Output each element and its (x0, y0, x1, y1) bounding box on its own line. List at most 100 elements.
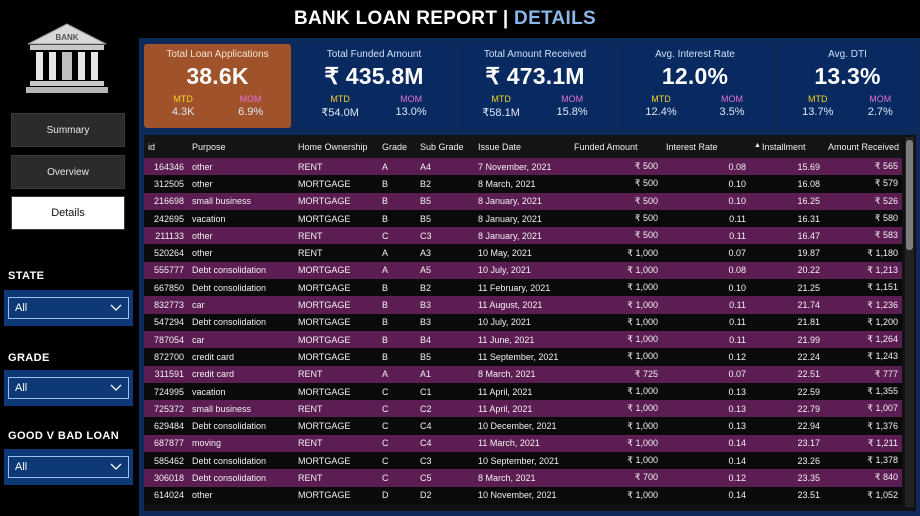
cell-grade: B (378, 330, 416, 349)
table-scrollbar-thumb[interactable] (906, 140, 913, 250)
cell-issue-date: 10 November, 2021 (474, 486, 570, 504)
cell-funded-amount: ₹ 500 (570, 209, 662, 228)
kpi-mtd-value: ₹58.1M (482, 107, 520, 119)
cell-interest-rate: 0.11 (662, 209, 750, 228)
table-row[interactable]: 520264 other RENT A A3 10 May, 2021 ₹ 1,000 0.0… (144, 244, 902, 262)
column-header-home-ownership[interactable]: Home Ownership (294, 135, 378, 158)
table-row[interactable]: 725372 small business RENT C C2 11 April, 202… (144, 400, 902, 418)
table-row[interactable]: 667850 Debt consolidation MORTGAGE B B2 11 Fe… (144, 279, 902, 297)
kpi-mtd-label: MTD (173, 94, 193, 104)
nav-overview-button[interactable]: Overview (11, 155, 125, 189)
table-row[interactable]: 787054 car MORTGAGE B B4 11 June, 2021 ₹ 1,000… (144, 330, 902, 349)
cell-issue-date: 11 April, 2021 (474, 400, 570, 418)
cell-funded-amount: ₹ 1,000 (570, 244, 662, 262)
cell-purpose: other (188, 175, 294, 193)
cell-installment: 22.79 (750, 400, 824, 418)
column-header-installment[interactable]: ▲Installment (750, 135, 824, 158)
cell-grade: C (378, 382, 416, 401)
logo-label: BANK (55, 33, 78, 42)
kpi-card-total-loan-applications: Total Loan Applications 38.6K MTD 4.3K MO… (144, 44, 291, 128)
cell-home-ownership: MORTGAGE (294, 313, 378, 331)
table-row[interactable]: 547294 Debt consolidation MORTGAGE B B3 10 Ju… (144, 313, 902, 331)
cell-id: 787054 (144, 330, 188, 349)
cell-grade: B (378, 296, 416, 314)
cell-interest-rate: 0.10 (662, 279, 750, 297)
cell-id: 614024 (144, 486, 188, 504)
cell-purpose: Debt consolidation (188, 279, 294, 297)
cell-funded-amount: ₹ 1,000 (570, 279, 662, 297)
loan-quality-select[interactable]: All (8, 456, 129, 478)
cell-amount-received: ₹ 565 (824, 158, 902, 176)
cell-grade: B (378, 192, 416, 210)
cell-amount-received: ₹ 1,007 (824, 400, 902, 418)
column-header-grade[interactable]: Grade (378, 135, 416, 158)
kpi-title: Avg. DTI (828, 49, 867, 60)
state-select[interactable]: All (8, 297, 129, 319)
column-header-amount-received[interactable]: Amount Received (824, 135, 902, 158)
cell-purpose: credit card (188, 365, 294, 383)
cell-issue-date: 8 January, 2021 (474, 209, 570, 228)
table-row[interactable]: 724995 vacation MORTGAGE C C1 11 April, 2021 ₹… (144, 382, 902, 401)
cell-purpose: other (188, 158, 294, 176)
table-row[interactable]: 872700 credit card MORTGAGE B B5 11 September… (144, 348, 902, 366)
table-row[interactable]: 311591 credit card RENT A A1 8 March, 2021 ₹ 7… (144, 365, 902, 383)
cell-id: 311591 (144, 365, 188, 383)
kpi-mtd-value: ₹54.0M (321, 107, 359, 119)
cell-amount-received: ₹ 840 (824, 469, 902, 487)
cell-funded-amount: ₹ 1,000 (570, 434, 662, 453)
cell-funded-amount: ₹ 500 (570, 227, 662, 245)
table-scrollbar[interactable] (905, 137, 914, 507)
table-row[interactable]: 629484 Debt consolidation MORTGAGE C C4 10 De… (144, 417, 902, 435)
cell-id: 242695 (144, 209, 188, 228)
cell-sub-grade: C2 (416, 400, 474, 418)
nav-details-button[interactable]: Details (11, 196, 125, 230)
loan-quality-filter-label: GOOD V BAD LOAN (8, 430, 120, 442)
cell-sub-grade: B3 (416, 296, 474, 314)
cell-id: 725372 (144, 400, 188, 418)
cell-funded-amount: ₹ 500 (570, 192, 662, 210)
kpi-mom-value: 15.8% (556, 106, 588, 118)
kpi-mom-value: 6.9% (238, 106, 264, 118)
table-row[interactable]: 164346 other RENT A A4 7 November, 2021 ₹ 500 0… (144, 158, 902, 176)
table-row[interactable]: 216698 small business MORTGAGE B B5 8 January… (144, 192, 902, 210)
cell-installment: 23.35 (750, 469, 824, 487)
table-row[interactable]: 211133 other RENT C C3 8 January, 2021 ₹ 500 0.… (144, 227, 902, 245)
table-row[interactable]: 242695 vacation MORTGAGE B B5 8 January, 2021… (144, 209, 902, 228)
kpi-mom-value: 2.7% (867, 106, 893, 118)
cell-home-ownership: MORTGAGE (294, 279, 378, 297)
cell-issue-date: 8 March, 2021 (474, 365, 570, 383)
table-row[interactable]: 687877 moving RENT C C4 11 March, 2021 ₹ 1,000… (144, 434, 902, 453)
cell-installment: 21.81 (750, 313, 824, 331)
cell-grade: B (378, 175, 416, 193)
kpi-value: 12.0% (661, 63, 729, 89)
table-row[interactable]: 306018 Debt consolidation RENT C C5 8 March, … (144, 469, 902, 487)
table-row[interactable]: 585462 Debt consolidation MORTGAGE C C3 10 Se… (144, 452, 902, 470)
column-header-sub-grade[interactable]: Sub Grade (416, 135, 474, 158)
table-row[interactable]: 832773 car MORTGAGE B B3 11 August, 2021 ₹ 1,0… (144, 296, 902, 314)
table-row[interactable]: 555777 Debt consolidation MORTGAGE A A5 10 Ju… (144, 261, 902, 280)
cell-sub-grade: C1 (416, 382, 474, 401)
kpi-mtd-value: 12.4% (645, 106, 677, 118)
column-header-funded-amount[interactable]: Funded Amount (570, 135, 662, 158)
cell-issue-date: 11 June, 2021 (474, 330, 570, 349)
cell-interest-rate: 0.14 (662, 452, 750, 470)
cell-home-ownership: RENT (294, 227, 378, 245)
cell-sub-grade: C3 (416, 452, 474, 470)
cell-purpose: Debt consolidation (188, 313, 294, 331)
cell-sub-grade: C4 (416, 417, 474, 435)
cell-grade: C (378, 417, 416, 435)
column-header-interest-rate[interactable]: Interest Rate (662, 135, 750, 158)
cell-installment: 20.22 (750, 261, 824, 280)
table-row[interactable]: 614024 other MORTGAGE D D2 10 November, 2021 ₹… (144, 486, 902, 504)
column-header-issue-date[interactable]: Issue Date (474, 135, 570, 158)
column-header-id[interactable]: id (144, 135, 188, 158)
nav-summary-button[interactable]: Summary (11, 113, 125, 147)
table-row[interactable]: 312505 other MORTGAGE B B2 8 March, 2021 ₹ 500… (144, 175, 902, 193)
cell-interest-rate: 0.11 (662, 227, 750, 245)
kpi-mom-label: MOM (869, 94, 892, 104)
cell-installment: 21.99 (750, 330, 824, 349)
cell-purpose: moving (188, 434, 294, 453)
kpi-value: 38.6K (186, 63, 249, 89)
column-header-purpose[interactable]: Purpose (188, 135, 294, 158)
grade-select[interactable]: All (8, 377, 129, 399)
